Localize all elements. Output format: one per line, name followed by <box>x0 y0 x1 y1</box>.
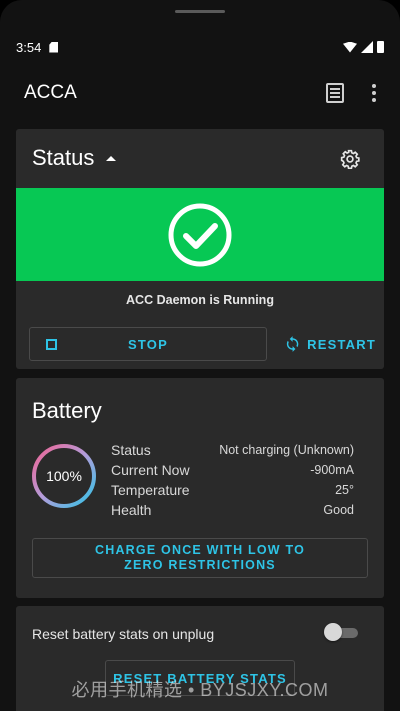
status-time: 3:54 <box>16 39 42 55</box>
stop-icon <box>46 339 57 350</box>
stat-value: Not charging (Unknown) <box>219 443 354 457</box>
status-bar: 3:54 <box>0 32 400 62</box>
stop-label: STOP <box>128 336 168 352</box>
more-options-icon[interactable] <box>372 84 376 102</box>
status-card: Status ACC Daemon is Running STOP RESTAR… <box>16 129 384 369</box>
stat-row-current: Current Now -900mA <box>111 460 354 480</box>
app-bar: ACCA <box>0 62 400 124</box>
watermark: 必用手机精选 • BYJSJXY.COM <box>71 680 329 700</box>
battery-stats: Status Not charging (Unknown) Current No… <box>111 440 354 520</box>
stat-label: Current Now <box>111 462 190 478</box>
stat-value: 25° <box>335 483 354 497</box>
app-title: ACCA <box>24 82 77 103</box>
battery-status-icon <box>377 41 384 53</box>
log-viewer-icon[interactable] <box>326 83 344 103</box>
stat-value: -900mA <box>310 463 354 477</box>
charge-once-button[interactable]: CHARGE ONCE WITH LOW TO ZERO RESTRICTION… <box>32 538 368 578</box>
restart-button[interactable]: RESTART <box>284 327 376 361</box>
status-header[interactable]: Status <box>32 145 117 171</box>
daemon-status-text: ACC Daemon is Running <box>126 293 274 307</box>
sd-card-icon <box>49 41 59 53</box>
stat-row-health: Health Good <box>111 500 354 520</box>
reset-on-unplug-label: Reset battery stats on unplug <box>32 626 215 642</box>
restart-label: RESTART <box>307 336 376 352</box>
battery-title: Battery <box>32 398 102 423</box>
stat-row-temperature: Temperature 25° <box>111 480 354 500</box>
stat-label: Temperature <box>111 482 190 498</box>
notch-indicator <box>175 10 225 13</box>
app-screen: 3:54 ACCA Status ACC Daemon is Running S… <box>0 0 400 711</box>
stat-label: Health <box>111 502 152 518</box>
running-banner <box>16 188 384 281</box>
stat-label: Status <box>111 442 151 458</box>
battery-card: Battery 100% Status Not charging (Unknow… <box>16 378 384 598</box>
signal-icon <box>361 41 373 53</box>
status-title: Status <box>32 145 95 170</box>
stat-value: Good <box>323 503 354 517</box>
reset-on-unplug-toggle[interactable] <box>324 623 358 641</box>
collapse-caret-icon <box>106 155 117 161</box>
gear-icon[interactable] <box>340 149 360 169</box>
restart-icon <box>286 336 299 352</box>
stat-row-status: Status Not charging (Unknown) <box>111 440 354 460</box>
stop-button[interactable]: STOP <box>29 327 267 361</box>
toggle-thumb <box>324 623 342 641</box>
check-circle-icon <box>168 203 232 266</box>
wifi-icon <box>343 41 357 53</box>
battery-percentage: 100% <box>46 468 82 484</box>
